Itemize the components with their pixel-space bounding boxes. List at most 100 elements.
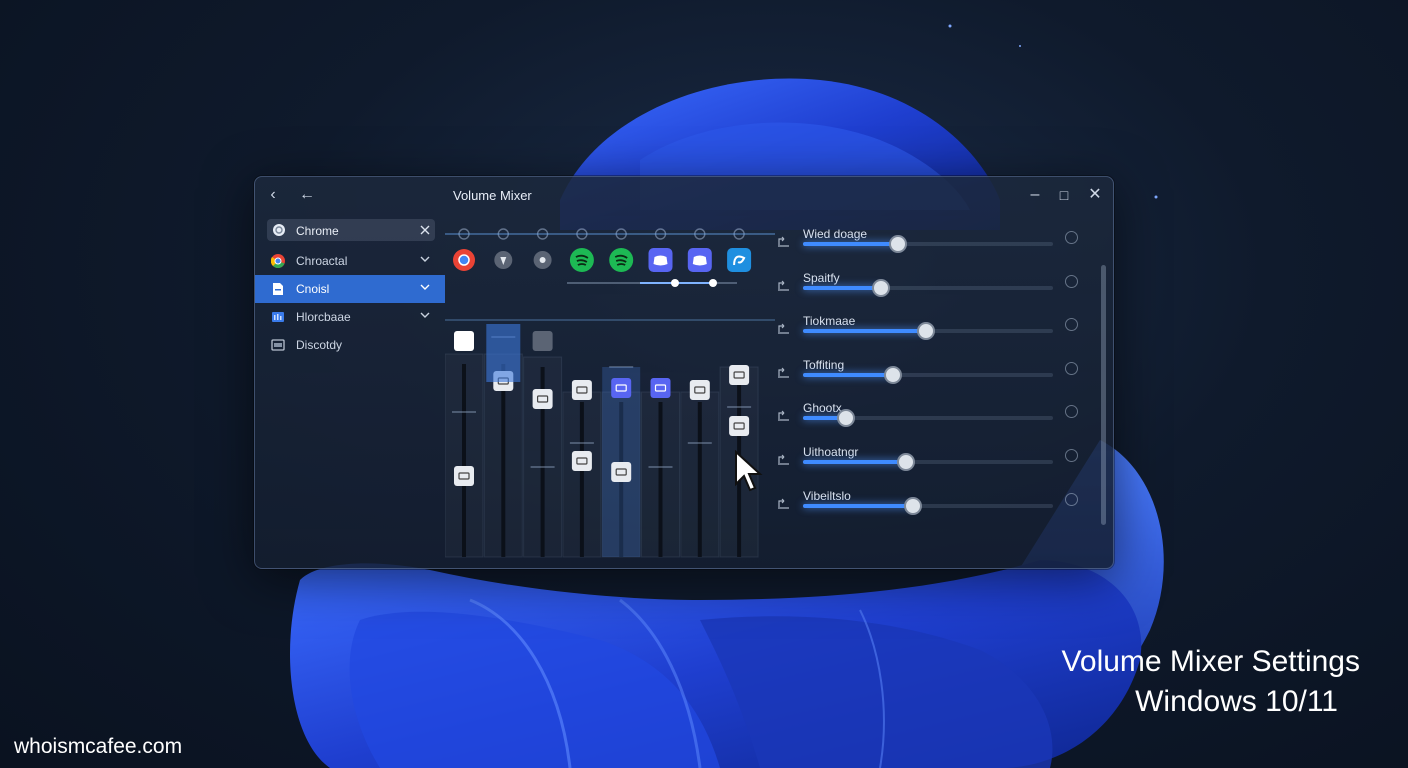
minimize-icon[interactable]: –	[1025, 185, 1045, 205]
volume-track[interactable]	[803, 453, 1053, 471]
volume-knob[interactable]	[896, 453, 915, 471]
volume-track[interactable]	[803, 409, 1053, 428]
link-icon[interactable]	[777, 453, 791, 465]
sidebar-item-discotdy[interactable]: Discotdy	[255, 331, 445, 359]
channel-top-icon[interactable]	[454, 331, 474, 351]
window-icon	[271, 339, 285, 351]
sidebar-item-label: Cnoisl	[296, 282, 330, 296]
app-slider-row: Spaitfy	[778, 263, 1103, 303]
app-slider-label: Tiokmaae	[803, 314, 856, 329]
channel-fader-thumb[interactable]	[689, 380, 710, 400]
app-circle-icon	[273, 224, 285, 236]
discord-glyph	[653, 255, 668, 266]
mute-toggle[interactable]	[1065, 449, 1078, 462]
document-icon	[273, 283, 283, 295]
clear-icon[interactable]	[419, 224, 431, 236]
chrome-icon	[271, 254, 285, 268]
app-slider-label: Spaitfy	[803, 270, 840, 285]
brand-watermark: whoismcafee.com	[14, 735, 183, 758]
link-icon[interactable]	[777, 235, 791, 247]
channel-selected	[486, 324, 521, 382]
app-slider-row: Tiokmaae	[778, 306, 1103, 346]
title-bar: ‹ ← Volume Mixer – □ ✕	[255, 177, 1113, 213]
volume-fill	[803, 329, 926, 334]
volume-fill	[803, 285, 881, 290]
mute-toggle[interactable]	[1065, 405, 1078, 419]
chevron-down-icon[interactable]	[419, 253, 431, 265]
app-slider-row: Vibeiltslo	[778, 481, 1103, 521]
app-slider-row: Toffiting	[778, 350, 1103, 390]
volume-knob[interactable]	[871, 278, 890, 297]
sidebar-item-label: Discotdy	[296, 338, 343, 352]
link-icon[interactable]	[777, 279, 791, 291]
chevron-down-icon[interactable]	[419, 309, 431, 321]
channel-fader-thumb[interactable]	[454, 466, 474, 486]
close-icon[interactable]: ✕	[1085, 185, 1105, 205]
scrollbar[interactable]	[1101, 265, 1106, 525]
maximize-icon[interactable]: □	[1054, 185, 1074, 205]
app-slider-row: Wied doage	[778, 219, 1103, 259]
balance-knob[interactable]	[671, 279, 679, 287]
channel-fader-thumb[interactable]	[650, 378, 671, 398]
caption: Volume Mixer Settings Windows 10/11	[1062, 642, 1360, 722]
link-icon[interactable]	[777, 409, 791, 421]
sidebar-item-hlorcbaae[interactable]: Hlorcbaae	[255, 303, 445, 331]
chrome-center	[458, 254, 470, 266]
window-title: Volume Mixer	[453, 188, 532, 203]
sidebar: Chrome Chroactal Cnoisl Hlorcbaae Discot…	[255, 219, 445, 359]
sidebar-item-cnoisl[interactable]: Cnoisl	[255, 275, 445, 303]
volume-fill	[803, 372, 893, 377]
app-slider-label: Wied doage	[803, 227, 868, 241]
edge-icon[interactable]	[727, 248, 752, 272]
app-slider-label: Toffiting	[803, 357, 845, 372]
sidebar-item-label: Hlorcbaae	[296, 310, 351, 324]
mute-toggle[interactable]	[1065, 318, 1078, 332]
bar-icon	[272, 312, 284, 322]
caption-line-1: Volume Mixer Settings	[1061, 645, 1360, 678]
sidebar-search-field[interactable]: Chrome	[267, 219, 435, 241]
mute-toggle[interactable]	[1065, 274, 1078, 288]
volume-knob[interactable]	[889, 235, 907, 253]
volume-fill	[803, 460, 906, 464]
volume-knob[interactable]	[884, 365, 902, 384]
volume-track[interactable]	[803, 322, 1053, 341]
sidebar-item-chroactal[interactable]: Chroactal	[255, 247, 445, 275]
link-icon[interactable]	[777, 322, 791, 334]
link-icon[interactable]	[777, 497, 791, 509]
volume-knob[interactable]	[904, 496, 922, 515]
channel-fader-thumb[interactable]	[571, 451, 592, 471]
link-icon[interactable]	[777, 366, 791, 378]
mute-toggle[interactable]	[1065, 361, 1078, 375]
balance-knob[interactable]	[709, 279, 717, 287]
channel-fader-thumb[interactable]	[571, 380, 592, 400]
mute-toggle[interactable]	[1065, 492, 1078, 506]
channel-fader-thumb[interactable]	[729, 365, 750, 385]
caption-line-2: Windows 10/11	[1135, 685, 1338, 718]
channel-fader-thumb[interactable]	[611, 378, 632, 398]
back-arrow-icon[interactable]: ←	[297, 185, 317, 205]
mouse-cursor-icon	[735, 450, 763, 492]
sidebar-item-label: Chroactal	[296, 254, 348, 268]
volume-mixer-window: ‹ ← Volume Mixer – □ ✕ Chrome Chroactal …	[254, 176, 1114, 569]
channel-top-icon[interactable]	[532, 331, 553, 351]
volume-track[interactable]	[803, 278, 1053, 297]
app-slider-list: Wied doage Spaitfy Tiokmaae Toffiting Ghootx…	[778, 219, 1103, 521]
app-slider-row: Uithoatngr	[778, 437, 1103, 477]
channel-fader-thumb[interactable]	[729, 416, 750, 436]
chevron-left-icon[interactable]: ‹	[263, 185, 283, 205]
sidebar-search-value: Chrome	[296, 224, 339, 238]
volume-knob[interactable]	[836, 409, 855, 428]
volume-fill	[803, 503, 913, 508]
app-slider-row: Ghootx	[778, 393, 1103, 433]
volume-track[interactable]	[803, 496, 1053, 515]
channel-fader-thumb[interactable]	[611, 462, 632, 482]
channel-fader-thumb[interactable]	[532, 389, 553, 409]
chevron-down-icon[interactable]	[419, 281, 431, 293]
mute-toggle[interactable]	[1065, 231, 1078, 244]
volume-knob[interactable]	[916, 322, 935, 341]
volume-track[interactable]	[803, 235, 1053, 253]
app-slider-label: Vibeiltslo	[803, 488, 851, 503]
app-slider-label: Ghootx	[803, 401, 842, 416]
volume-track[interactable]	[803, 365, 1053, 384]
volume-fill	[803, 242, 898, 246]
